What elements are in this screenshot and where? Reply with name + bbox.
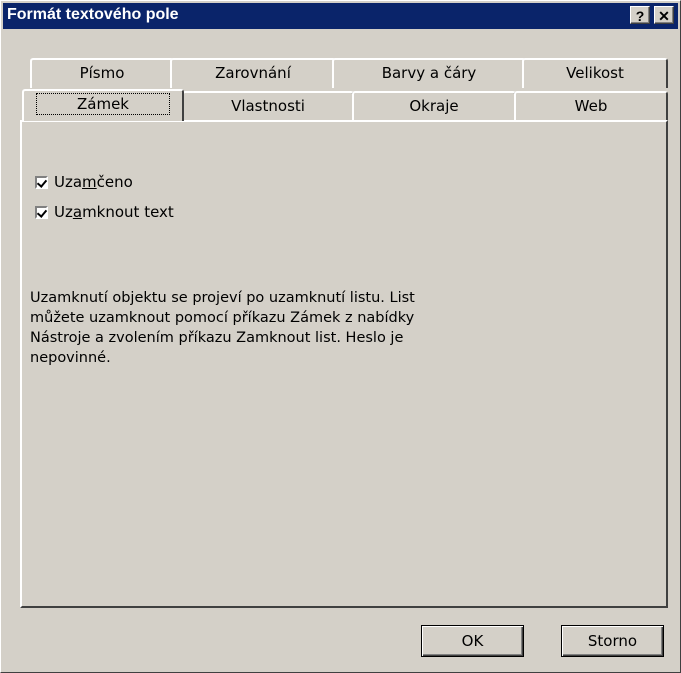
close-button[interactable]: ✕ [654, 6, 674, 24]
tab-label: Web [574, 97, 608, 115]
checkbox-checked-icon[interactable] [35, 175, 48, 189]
tab-label: Vlastnosti [231, 97, 305, 115]
info-line: můžete uzamknout pomocí příkazu Zámek z … [30, 310, 415, 326]
tab-panel-zamek: Uzamčeno Uzamknout text Uzamknutí objekt… [20, 120, 668, 608]
locked-label: Uzamčeno [54, 173, 133, 191]
close-icon: ✕ [658, 8, 670, 24]
locked-checkbox[interactable]: Uzamčeno [35, 172, 133, 192]
lock-info-text: Uzamknutí objektu se projeví po uzamknut… [30, 288, 470, 368]
dialog-title: Formát textového pole [7, 6, 179, 23]
info-line: Nástroje a zvolením příkazu Zamknout lis… [30, 330, 404, 346]
help-button[interactable]: ? [630, 6, 650, 24]
lock-text-checkbox[interactable]: Uzamknout text [35, 202, 174, 222]
info-line: Uzamknutí objektu se projeví po uzamknut… [30, 290, 415, 306]
tab-label: Písmo [79, 64, 125, 82]
ok-button[interactable]: OK [421, 625, 524, 657]
tab-label: Velikost [566, 64, 624, 82]
tab-label: Zarovnání [215, 64, 291, 82]
lock-text-label: Uzamknout text [54, 203, 174, 221]
tab-vlastnosti[interactable]: Vlastnosti [182, 91, 354, 121]
tab-barvy-a-cary[interactable]: Barvy a čáry [332, 58, 526, 88]
tab-zamek[interactable]: Zámek [22, 89, 184, 121]
checkbox-checked-icon[interactable] [35, 205, 48, 219]
tab-label: Okraje [409, 97, 459, 115]
tab-velikost[interactable]: Velikost [522, 58, 668, 88]
tab-label: Zámek [36, 93, 170, 115]
tab-web[interactable]: Web [514, 91, 668, 121]
tab-label: Barvy a čáry [381, 64, 477, 82]
title-bar[interactable]: Formát textového pole ? ✕ [3, 3, 678, 29]
tab-okraje[interactable]: Okraje [352, 91, 516, 121]
cancel-button[interactable]: Storno [561, 625, 664, 657]
tab-zarovnani[interactable]: Zarovnání [170, 58, 336, 88]
tab-pismo[interactable]: Písmo [30, 58, 174, 88]
info-line: nepovinné. [30, 350, 111, 366]
